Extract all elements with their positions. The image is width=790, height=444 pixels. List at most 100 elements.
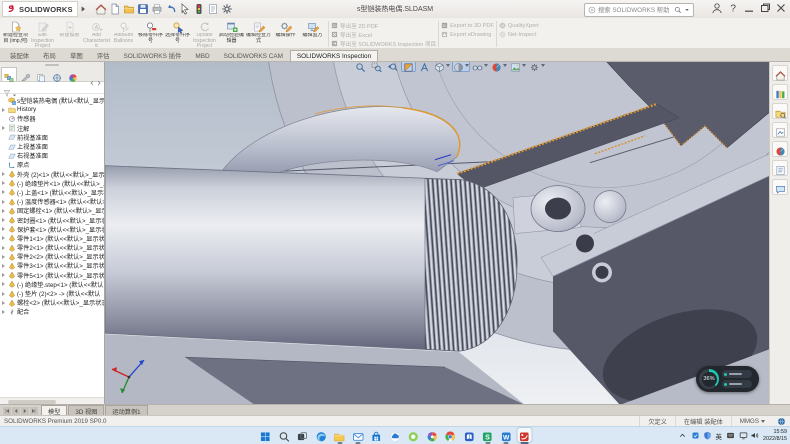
caret-down-icon[interactable] [12, 85, 17, 90]
panel-tab[interactable] [65, 67, 81, 81]
taskbar-app-button[interactable] [444, 428, 458, 442]
ribbon-button[interactable]: A Add Characteristic [83, 19, 110, 49]
headsup-button[interactable] [353, 62, 368, 72]
expand-arrow-icon[interactable] [2, 227, 7, 232]
expand-arrow-icon[interactable] [2, 181, 7, 186]
tray-app-icon[interactable] [691, 431, 700, 440]
tree-item[interactable]: (-) 上盖<1> (默认<<默认>_显示状 [0, 188, 104, 197]
taskbar-app-button[interactable] [407, 428, 421, 442]
headsup-button[interactable] [369, 62, 384, 72]
task-pane-button[interactable] [772, 179, 788, 195]
minimize-icon[interactable] [743, 2, 755, 14]
recorder-control[interactable] [722, 380, 752, 388]
tree-item[interactable]: s型铠装热电偶 (默认<默认_显示状态-1> [0, 96, 104, 105]
headsup-button[interactable] [433, 62, 451, 72]
caret-down-icon[interactable] [503, 64, 507, 67]
clock[interactable]: 15:59 2022/8/15 [763, 429, 787, 441]
tree-item[interactable]: 零件5<1> (默认<<默认>_显示状态 [0, 271, 104, 280]
expand-arrow-icon[interactable] [2, 309, 7, 314]
expand-arrow-icon[interactable] [2, 199, 7, 204]
login-icon[interactable] [711, 2, 723, 14]
taskbar-app-button[interactable] [296, 428, 310, 442]
ribbon-button[interactable]: 编辑操作 [272, 19, 299, 49]
panel-prev-icon[interactable] [89, 73, 95, 79]
home-icon[interactable] [95, 3, 107, 15]
nav-first-icon[interactable] [3, 407, 11, 415]
tray-chevron-icon[interactable] [678, 431, 687, 440]
tree-item[interactable]: 注解 [0, 124, 104, 133]
task-pane-button[interactable] [772, 122, 788, 138]
ribbon-export-button[interactable]: 导出至 Excel [331, 30, 436, 39]
taskbar-app-button[interactable] [388, 428, 402, 442]
expand-arrow-icon[interactable] [2, 263, 7, 268]
search-input[interactable]: 搜索 SOLIDWORKS 帮助 [584, 3, 694, 17]
expand-arrow-icon[interactable] [2, 135, 7, 140]
tree-item[interactable]: 固定螺栓<1> (默认<<默认>_显示 [0, 206, 104, 215]
ribbon-button[interactable]: 新建模板 [56, 19, 83, 49]
tree-item[interactable]: (-) 绝缘垫片<1> (默认<<默认>_显 [0, 179, 104, 188]
save-icon[interactable] [137, 3, 149, 15]
taskbar-app-button[interactable] [351, 428, 365, 442]
options-icon[interactable] [221, 3, 233, 15]
ribbon-button[interactable]: Add/Edit Balloons [110, 19, 137, 49]
taskbar-app-button[interactable] [259, 428, 273, 442]
command-tab[interactable]: 评估 [90, 48, 117, 61]
panel-tab[interactable] [1, 67, 17, 81]
command-tab[interactable]: SOLIDWORKS Inspection [290, 50, 378, 61]
panel-tab[interactable] [17, 67, 33, 81]
solidworks-logo[interactable]: SOLIDWORKS [2, 1, 78, 17]
task-pane-button[interactable] [772, 160, 788, 176]
task-pane-button[interactable] [772, 65, 788, 81]
taskbar-app-button[interactable] [462, 428, 476, 442]
tray-display-icon[interactable] [739, 431, 748, 440]
headsup-button[interactable] [490, 62, 508, 72]
panel-next-icon[interactable] [96, 73, 102, 79]
ribbon-export-button[interactable]: 3D Export to 3D PDF [441, 21, 494, 30]
ribbon-export-button[interactable]: 导出至 SOLIDWORKS Inspection 项目 [331, 39, 436, 48]
task-pane-button[interactable] [772, 84, 788, 100]
nav-last-icon[interactable] [30, 407, 38, 415]
command-tab[interactable]: 装配体 [3, 48, 36, 61]
tree-item[interactable]: 密封圈<1> (默认<<默认>_显示状 [0, 215, 104, 224]
headsup-button[interactable] [528, 62, 546, 72]
command-tab[interactable]: 布局 [36, 48, 63, 61]
expand-arrow-icon[interactable] [2, 218, 7, 223]
panel-tab[interactable] [49, 67, 65, 81]
ribbon-export-button[interactable]: Export eDrawing [441, 30, 494, 39]
nav-next-icon[interactable] [21, 407, 29, 415]
ribbon-button[interactable]: Edit Inspection Project [29, 19, 56, 49]
tree-filter[interactable] [0, 82, 104, 94]
tray-shield-icon[interactable] [703, 431, 712, 440]
panel-tab[interactable] [33, 67, 49, 81]
tree-item[interactable]: 前视基准面 [0, 133, 104, 142]
language-indicator[interactable]: 英 [716, 431, 723, 441]
ribbon-button[interactable]: 移除零件序号 [137, 19, 164, 49]
ribbon-button[interactable]: 选择零件序号 [164, 19, 191, 49]
tree-item[interactable]: 外壳 (2)<1> (默认<<默认>_显示状 [0, 170, 104, 179]
nav-prev-icon[interactable] [12, 407, 20, 415]
open-icon[interactable] [123, 3, 135, 15]
scrollbar-thumb[interactable] [8, 400, 56, 404]
tree-item[interactable]: 零件1<1> (默认<<默认>_显示状态 [0, 234, 104, 243]
headsup-button[interactable] [385, 62, 400, 72]
command-tab[interactable]: 草图 [63, 48, 90, 61]
flyout-arrow-icon[interactable] [79, 5, 87, 13]
tree-item[interactable]: History [0, 105, 104, 114]
task-pane-button[interactable] [772, 103, 788, 119]
expand-arrow-icon[interactable] [2, 116, 7, 121]
taskbar-app-button[interactable]: W [499, 428, 513, 442]
expand-arrow-icon[interactable] [2, 107, 7, 112]
command-tab[interactable]: SOLIDWORKS CAM [217, 50, 290, 61]
viewport-3d-model[interactable] [105, 62, 770, 405]
caret-down-icon[interactable] [484, 64, 488, 67]
command-tab[interactable]: SOLIDWORKS 插件 [117, 48, 189, 61]
taskbar-app-button[interactable] [425, 428, 439, 442]
new-doc-icon[interactable] [109, 3, 121, 15]
taskbar-app-button[interactable]: S [481, 428, 495, 442]
ribbon-button[interactable]: 启动检验编辑器 [218, 19, 245, 49]
tree-item[interactable]: (-) 垫片 (2)<2> -> (默认<<默认 [0, 289, 104, 298]
ribbon-button[interactable]: 编辑检查方式 [245, 19, 272, 49]
close-icon[interactable] [775, 2, 787, 14]
headsup-button[interactable] [452, 62, 470, 72]
headsup-button[interactable] [401, 62, 416, 72]
